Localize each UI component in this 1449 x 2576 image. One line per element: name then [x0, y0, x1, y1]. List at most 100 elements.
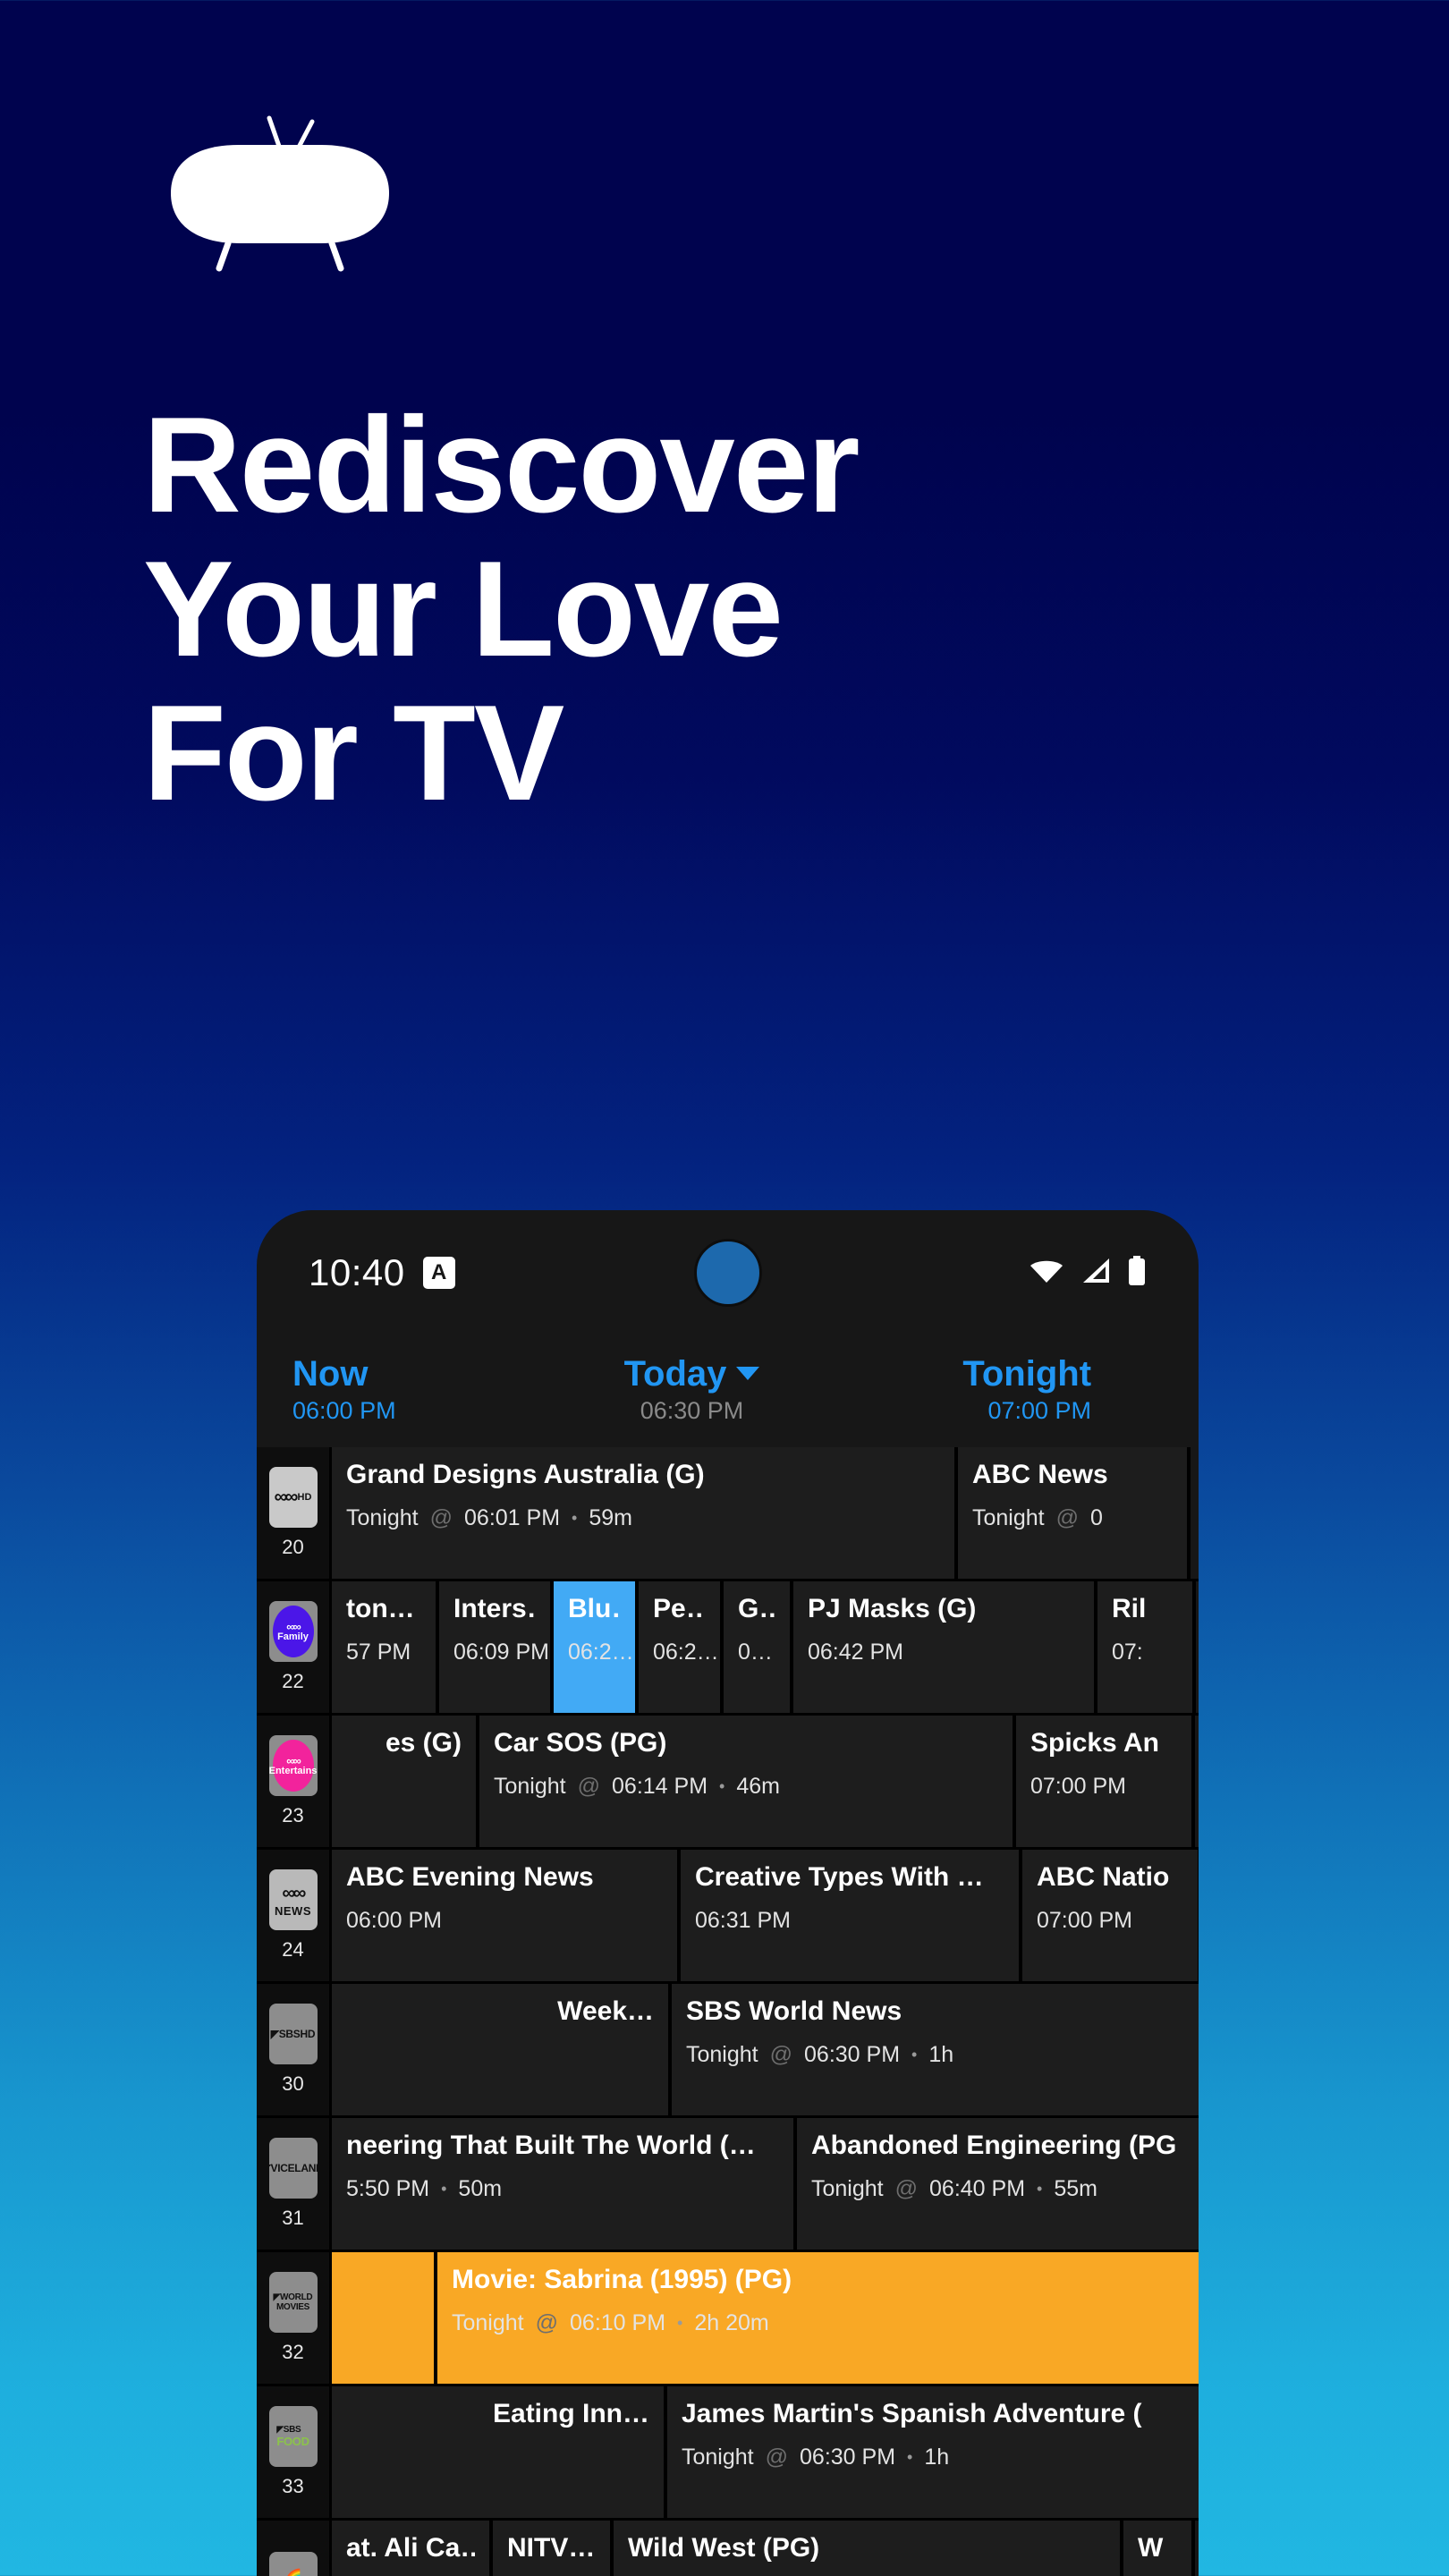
guide-row: ∞∞Family 22 ton… 57 PM Inters… 06:09 PM Blu… 06…: [257, 1581, 1199, 1716]
channel-cell-30[interactable]: ◤SBSHD 30: [257, 1984, 332, 2115]
program-start-time: 06:42 PM: [808, 1639, 904, 1665]
guide-row: ∞∞ NEWS 24 ABC Evening News 06:00 PM Creative…: [257, 1850, 1199, 1984]
program-cell[interactable]: Car SOS (PG) Tonight @06:14 PM • 46m: [479, 1716, 1016, 1847]
program-title: neering That Built The World (…: [346, 2131, 756, 2160]
program-title: ton…: [346, 1594, 415, 1623]
program-meta: 06:09 PM: [453, 1640, 549, 1665]
program-day: Tonight: [972, 1504, 1045, 1530]
program-cell[interactable]: G… 0…: [724, 1581, 793, 1713]
program-cell[interactable]: Grand Designs Australia (G) Tonight @06:01…: [332, 1447, 958, 1579]
program-cell[interactable]: [332, 2252, 437, 2384]
tv-guide-grid[interactable]: ∞∞ HD 20 Grand Designs Australia (G) Tonight…: [257, 1447, 1199, 2576]
program-cell[interactable]: Wild West (PG): [614, 2521, 1123, 2576]
program-cell[interactable]: ABC Natio 07:00 PM: [1022, 1850, 1199, 1981]
program-start-time: 06:30 PM: [804, 2041, 901, 2067]
program-cell[interactable]: Ril 07:: [1097, 1581, 1196, 1713]
hero-headline: Rediscover Your Love For TV: [143, 393, 1324, 830]
channel-number: 31: [282, 2207, 304, 2229]
program-cell[interactable]: Movie: Sabrina (1995) (PG) Tonight @06:10 …: [437, 2252, 1199, 2384]
hero-line-3: For TV: [143, 677, 564, 830]
program-cell[interactable]: neering That Built The World (… 5:50 PM • 5…: [332, 2118, 797, 2250]
program-start-time: 06:31 PM: [695, 1907, 792, 1933]
separator-dot-icon: •: [1037, 2179, 1043, 2198]
program-title: Week…: [557, 1996, 654, 2026]
program-cell[interactable]: Eating Inn…: [332, 2386, 667, 2518]
channel-cell-22[interactable]: ∞∞ Family 22: [257, 1581, 332, 1713]
program-title: es (G): [385, 1728, 462, 1758]
program-meta: Tonight @06:01 PM • 59m: [346, 1505, 940, 1531]
program-title: Creative Types With …: [695, 1862, 984, 1892]
program-track: Eating Inn… James Martin's Spanish Advent…: [332, 2386, 1199, 2518]
status-bar-left: 10:40 A: [309, 1251, 455, 1294]
cellular-signal-icon: [1080, 1258, 1111, 1289]
channel-cell-20[interactable]: ∞∞ HD 20: [257, 1447, 332, 1579]
program-cell[interactable]: ABC Evening News 06:00 PM: [332, 1850, 681, 1981]
program-cell[interactable]: Spicks An 07:00 PM: [1016, 1716, 1195, 1847]
separator-dot-icon: •: [907, 2447, 913, 2466]
program-meta: 06:00 PM: [346, 1908, 663, 1934]
program-title: SBS World News: [686, 1996, 902, 2026]
program-cell[interactable]: Creative Types With … 06:31 PM: [681, 1850, 1022, 1981]
program-cell[interactable]: Blu… 06:2…: [554, 1581, 639, 1713]
channel-cell-nitv[interactable]: 🌈NITV: [257, 2521, 332, 2576]
program-cell[interactable]: Inters… 06:09 PM: [439, 1581, 554, 1713]
nav-tonight-time: 07:00 PM: [987, 1396, 1092, 1424]
channel-cell-31[interactable]: ◤VICELAND 31: [257, 2118, 332, 2250]
program-cell[interactable]: SBS World News Tonight @06:30 PM • 1h: [672, 1984, 1199, 2115]
program-start-time: 07:00 PM: [1030, 1773, 1127, 1799]
program-cell[interactable]: PJ Masks (G) 06:42 PM: [793, 1581, 1097, 1713]
program-cell[interactable]: ABC News Tonight @0: [958, 1447, 1191, 1579]
program-title: Eating Inn…: [493, 2399, 649, 2428]
nav-now[interactable]: Now 06:00 PM: [257, 1354, 559, 1425]
separator-dot-icon: •: [677, 2313, 683, 2332]
program-duration: 55m: [1054, 2175, 1097, 2201]
sbs-hd-logo: ◤SBSHD: [268, 2004, 318, 2064]
program-duration: 1h: [924, 2444, 950, 2470]
program-cell[interactable]: ton… 57 PM: [332, 1581, 439, 1713]
program-start-time: 07:: [1112, 1639, 1143, 1665]
at-symbol-icon: @: [765, 2444, 789, 2470]
tv-logo-icon: [164, 114, 411, 275]
abc-family-logo: ∞∞ Family: [268, 1601, 318, 1662]
channel-number: 24: [282, 1938, 304, 1961]
program-meta: Tonight @06:30 PM • 1h: [682, 2445, 1191, 2470]
program-title: Ril: [1112, 1594, 1147, 1623]
battery-icon: [1127, 1255, 1147, 1291]
nav-tonight-label: Tonight: [962, 1353, 1092, 1394]
viceland-logo: ◤VICELAND: [268, 2138, 318, 2199]
program-cell[interactable]: James Martin's Spanish Adventure (Tonigh…: [667, 2386, 1199, 2518]
channel-number: 30: [282, 2072, 304, 2095]
hero-line-2: Your Love: [143, 533, 784, 686]
chevron-down-icon[interactable]: [736, 1367, 760, 1381]
program-meta: Tonight @06:40 PM • 55m: [811, 2176, 1191, 2202]
program-cell[interactable]: Pe… 06:2…: [639, 1581, 724, 1713]
program-start-time: 06:10 PM: [570, 2309, 666, 2335]
program-start-time: 5:50 PM: [346, 2175, 430, 2201]
abc-hd-logo: ∞∞ HD: [268, 1467, 318, 1528]
at-symbol-icon: @: [429, 1504, 453, 1530]
channel-number: 23: [282, 1804, 304, 1826]
channel-cell-24[interactable]: ∞∞ NEWS 24: [257, 1850, 332, 1981]
program-cell[interactable]: W: [1123, 2521, 1195, 2576]
program-cell[interactable]: at. Ali Ca…: [332, 2521, 493, 2576]
program-day: Tonight: [346, 1504, 419, 1530]
program-title: Inters…: [453, 1594, 536, 1623]
program-title: PJ Masks (G): [808, 1594, 977, 1623]
program-cell[interactable]: Abandoned Engineering (PG Tonight @06:40 P…: [797, 2118, 1199, 2250]
program-title: NITV…: [507, 2533, 596, 2563]
program-day: Tonight: [811, 2175, 884, 2201]
program-start-time: 57 PM: [346, 1639, 411, 1665]
channel-cell-33[interactable]: ◤SBS FOOD 33: [257, 2386, 332, 2518]
nitv-logo: 🌈NITV: [268, 2552, 318, 2576]
program-cell[interactable]: Week…: [332, 1984, 672, 2115]
nav-tonight[interactable]: Tonight 07:00 PM: [825, 1354, 1199, 1425]
channel-cell-32[interactable]: ◤WORLD MOVIES 32: [257, 2252, 332, 2384]
program-cell[interactable]: es (G): [332, 1716, 479, 1847]
channel-cell-23[interactable]: ∞∞ Entertains 23: [257, 1716, 332, 1847]
nav-today[interactable]: Today 06:30 PM: [559, 1354, 826, 1425]
program-meta: 07:: [1112, 1640, 1178, 1665]
channel-number: 33: [282, 2475, 304, 2497]
program-cell[interactable]: NITV…: [493, 2521, 614, 2576]
program-title: Wild West (PG): [628, 2533, 820, 2563]
separator-dot-icon: •: [719, 1776, 725, 1795]
